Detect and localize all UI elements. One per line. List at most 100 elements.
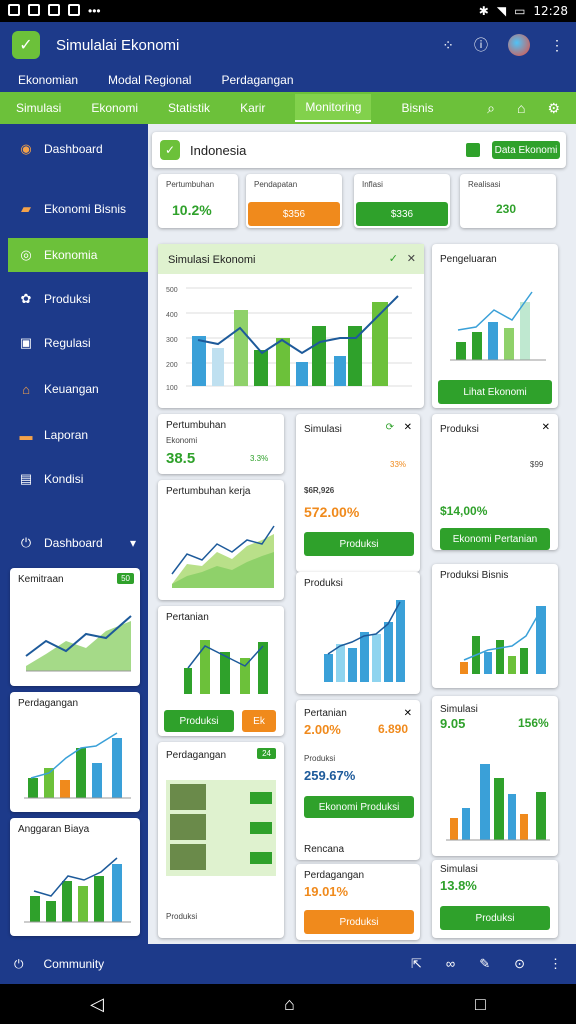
app-icon [48, 4, 60, 16]
tab[interactable]: Statistik [168, 101, 210, 115]
power-icon: ⏻ [20, 535, 32, 550]
tab[interactable]: Bisnis [401, 101, 433, 115]
view-button[interactable]: Lihat Ekonomi [438, 380, 552, 404]
info-icon[interactable]: ⓘ [474, 35, 488, 55]
report-icon: ▤ [19, 471, 33, 486]
refresh-icon[interactable]: ⟳ [386, 422, 394, 433]
logo: ✓ [12, 31, 40, 59]
app-title: Simulalai Ekonomi [56, 36, 180, 54]
sidebar-item[interactable]: ▤ Kondisi [8, 462, 148, 496]
dashboard-icon: ◉ [20, 141, 32, 156]
bar-chart [24, 857, 131, 923]
toggle-icon[interactable] [466, 143, 480, 157]
area-chart [171, 525, 275, 588]
tab[interactable]: Simulasi [16, 101, 61, 115]
settings-icon[interactable]: ⊙ [514, 956, 525, 972]
subnav-item[interactable]: Perdagangan [221, 73, 293, 87]
right-chart-card: Pengeluaran Lihat Ekonomi [432, 244, 558, 408]
stat-card: Pertanian ✕ 2.00% 6.890 Produksi 259.67%… [296, 700, 420, 860]
svg-text:400: 400 [166, 312, 178, 319]
home-icon[interactable]: ⌂ [284, 994, 295, 1015]
kpi-card: Inflasi $336 [354, 174, 450, 228]
region-name: Indonesia [190, 143, 247, 158]
community-label[interactable]: Community [44, 957, 105, 971]
system-nav-bar: ◁ ⌂ □ [0, 984, 576, 1024]
recents-icon[interactable]: □ [475, 994, 486, 1015]
sidebar-item[interactable]: ◉ Dashboard [8, 132, 148, 166]
left-card-3: Anggaran Biaya [10, 818, 140, 936]
agri-button[interactable]: Ekonomi Pertanian [440, 528, 550, 550]
bar-chart [450, 291, 546, 361]
left-card-1: Kemitraan 50 [10, 568, 140, 686]
app-bar: ✓ Simulalai Ekonomi ⁘ ⓘ ⋮ [0, 22, 576, 68]
clock: 12:28 [533, 4, 568, 18]
ek-button[interactable]: Ek [242, 710, 276, 732]
sidebar-item[interactable]: ▬ Laporan [8, 418, 148, 452]
svg-text:200: 200 [166, 362, 178, 369]
kpi-card: Pertumbuhan 10.2% [158, 174, 238, 228]
status-bar: ••• ✱ ◥ ▭ 12:28 [0, 0, 576, 22]
power-icon[interactable]: ⏻ [14, 957, 24, 972]
sidebar: ◉ Dashboard ▰ Ekonomi Bisnis ◎ Ekonomia ✿ Pr… [0, 124, 148, 944]
bar-card: Simulasi 9.05 156% [432, 696, 558, 856]
wifi-icon: ◥ [496, 4, 507, 18]
product-image [170, 784, 206, 810]
bar-card: Produksi Bisnis [432, 564, 558, 688]
sidebar-item[interactable]: ▰ Ekonomi Bisnis [8, 192, 148, 226]
more-vert-icon[interactable]: ⋮ [550, 37, 564, 54]
search-icon[interactable]: ⌕ [487, 100, 495, 117]
gear-icon[interactable]: ⚙ [547, 100, 560, 117]
production-button[interactable]: Ekonomi Produksi [304, 796, 414, 818]
product-image [170, 844, 206, 870]
sidebar-item[interactable]: ⏻ Dashboard ▾ [8, 526, 148, 560]
wallet-icon: ▬ [19, 427, 33, 443]
sidebar-item-active[interactable]: ◎ Ekonomia [8, 238, 148, 272]
combo-chart: 500 400 300 200 100 [166, 287, 412, 392]
sidebar-item[interactable]: ⌂ Keuangan [8, 372, 148, 406]
check-icon[interactable]: ✓ [389, 252, 398, 265]
area-card: Pertumbuhan kerja [158, 480, 284, 600]
home-icon: ⌂ [22, 381, 30, 397]
badge: 24 [257, 748, 276, 759]
gear-icon: ✿ [20, 291, 32, 306]
list-card: Perdagangan 24 Produksi [158, 742, 284, 938]
chat-icon[interactable]: ✎ [479, 956, 490, 972]
tab-active[interactable]: Monitoring [295, 94, 372, 122]
close-icon[interactable]: ✕ [407, 252, 416, 265]
tab[interactable]: Karir [240, 101, 265, 115]
subnav-item[interactable]: Ekonomian [18, 73, 78, 87]
subnav-item[interactable]: Modal Regional [108, 73, 191, 87]
tab[interactable]: Ekonomi [91, 101, 138, 115]
bar-chart [446, 764, 550, 841]
close-icon[interactable]: ✕ [542, 422, 550, 433]
bar-card: Pertanian Produksi Ek [158, 606, 284, 736]
avatar[interactable] [508, 34, 530, 56]
bar-chart [324, 600, 405, 682]
region-header: ✓ Indonesia Data Ekonomi [152, 132, 566, 168]
chevron-down-icon: ▾ [129, 536, 136, 550]
share-icon[interactable]: ⇱ [411, 956, 422, 972]
production-button[interactable]: Produksi [304, 910, 414, 934]
product-image [170, 814, 206, 840]
cart-icon[interactable]: ⌂ [517, 100, 525, 117]
cast-icon[interactable]: ⁘ [442, 37, 454, 54]
link-icon[interactable]: ∞ [446, 956, 455, 972]
app-icon [28, 4, 40, 16]
left-card-2: Perdagangan [10, 692, 140, 812]
close-icon[interactable]: ✕ [404, 422, 412, 433]
more-vert-icon[interactable]: ⋮ [549, 956, 562, 972]
kpi-card: Pendapatan $356 [246, 174, 342, 228]
region-button[interactable]: Data Ekonomi [492, 141, 560, 159]
back-icon[interactable]: ◁ [90, 994, 104, 1015]
sidebar-item[interactable]: ▣ Regulasi [8, 326, 148, 360]
stat-card: Pertumbuhan Ekonomi 38.5 3.3% [158, 414, 284, 474]
svg-text:300: 300 [166, 337, 178, 344]
production-button[interactable]: Produksi [304, 532, 414, 556]
stat-card: Simulasi 13.8% Produksi [432, 860, 558, 938]
area-chart [25, 615, 132, 672]
sidebar-item[interactable]: ✿ Produksi [8, 282, 148, 316]
production-button[interactable]: Produksi [164, 710, 234, 732]
close-icon[interactable]: ✕ [404, 708, 412, 719]
production-button[interactable]: Produksi [440, 906, 550, 930]
svg-text:500: 500 [166, 287, 178, 294]
